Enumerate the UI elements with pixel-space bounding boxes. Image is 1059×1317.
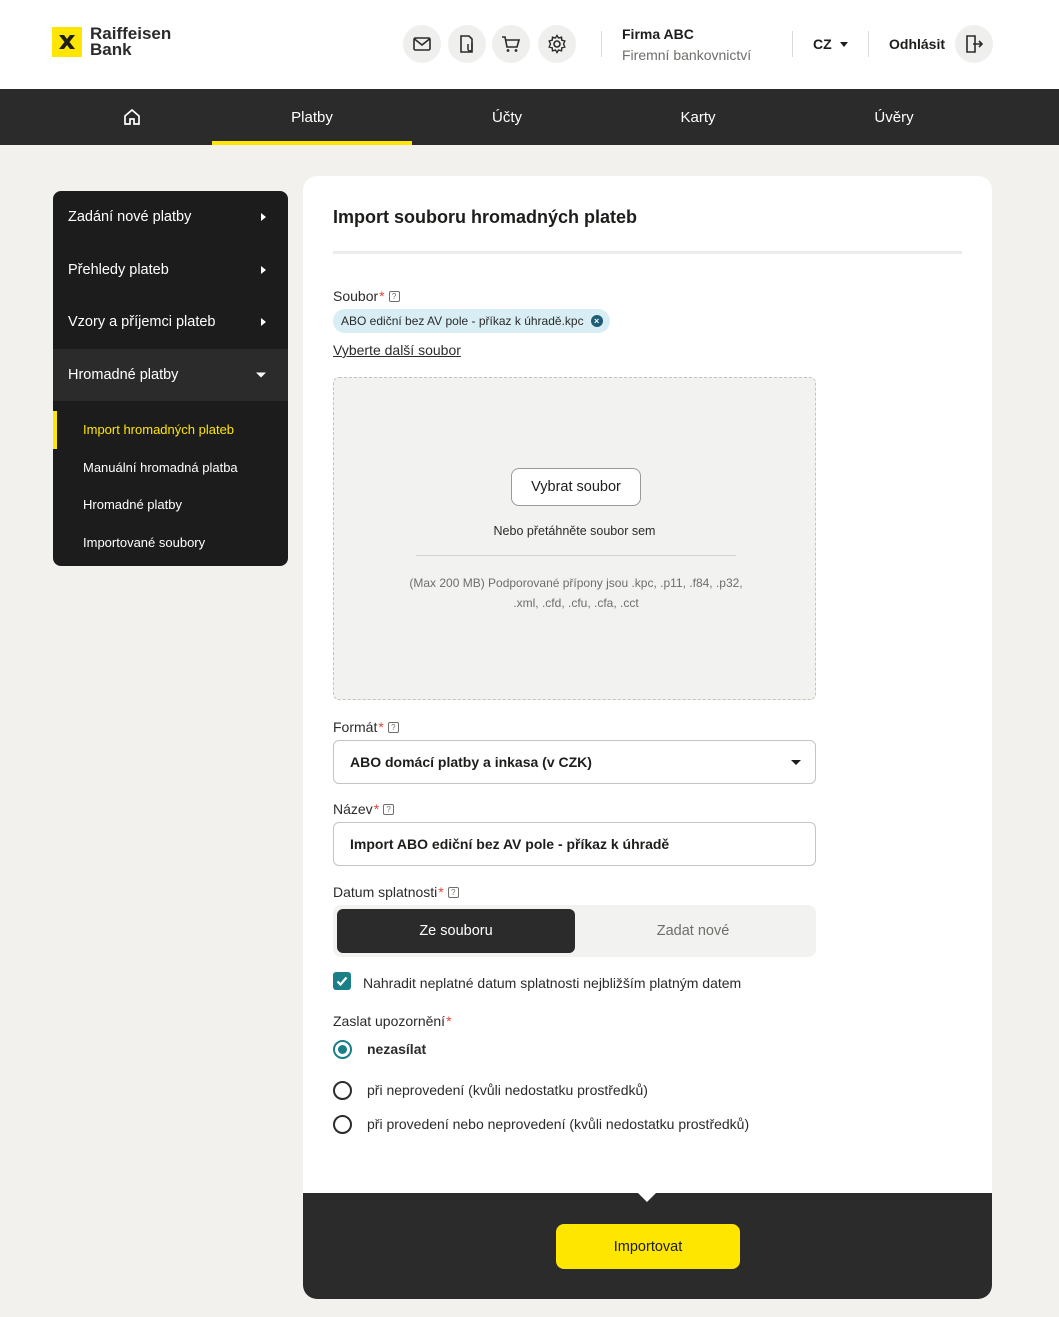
cart-icon[interactable]: [492, 25, 530, 63]
header-divider: [868, 31, 869, 57]
logo-text: Raiffeisen Bank: [90, 25, 171, 59]
due-date-label: Datum splatnosti *?: [333, 884, 459, 900]
import-form-card: Import souboru hromadných plateb Soubor *…: [303, 176, 992, 1299]
file-label: Soubor *?: [333, 288, 400, 304]
select-another-file-link[interactable]: Vyberte další soubor: [333, 342, 461, 358]
submenu-spacer: [53, 401, 288, 411]
sidebar-menu: Zadání nové platby Přehledy plateb Vzory…: [53, 191, 288, 566]
language-select[interactable]: CZ: [813, 36, 848, 52]
due-date-from-file-button[interactable]: Ze souboru: [337, 909, 575, 953]
required-mark: *: [379, 288, 385, 304]
logo-mark-icon: [52, 27, 82, 57]
import-button[interactable]: Importovat: [556, 1224, 740, 1269]
page-title: Import souboru hromadných plateb: [333, 207, 638, 227]
sidebar-item-label: Hromadné platby: [68, 366, 179, 383]
nav-platby[interactable]: Platby: [212, 89, 412, 145]
settings-icon[interactable]: [538, 25, 576, 63]
choose-file-button[interactable]: Vybrat soubor: [511, 468, 641, 506]
chevron-right-icon: [261, 318, 266, 327]
selected-file-chip: ABO ediční bez AV pole - příkaz k úhradě…: [333, 309, 610, 333]
footer-notch: [637, 1192, 657, 1202]
nav-karty[interactable]: Karty: [602, 89, 794, 145]
notify-failure-radio[interactable]: [333, 1081, 352, 1100]
top-header: Raiffeisen Bank Firma ABC Firemní bankov…: [0, 0, 1059, 89]
checkmark-icon: [336, 976, 348, 987]
header-divider: [601, 31, 602, 57]
sidebar-item-label: Zadání nové platby: [68, 209, 192, 226]
chevron-right-icon: [261, 265, 266, 274]
supported-formats-note: (Max 200 MB) Podporované přípony jsou .k…: [409, 576, 743, 610]
sidebar-item-bulk-payments[interactable]: Hromadné platby: [53, 348, 288, 401]
replace-invalid-date-checkbox[interactable]: [333, 972, 351, 990]
sidebar-sub-import[interactable]: Import hromadných plateb: [53, 411, 288, 449]
nav-home[interactable]: [52, 89, 212, 145]
chevron-down-icon: [791, 760, 801, 765]
company-name[interactable]: Firma ABC: [622, 26, 694, 42]
sidebar-item-new-payment[interactable]: Zadání nové platby: [53, 191, 288, 244]
due-date-label-text: Datum splatnosti: [333, 884, 438, 900]
help-icon[interactable]: ?: [388, 290, 400, 302]
dropzone-divider: [416, 555, 736, 556]
nav-uvery[interactable]: Úvěry: [794, 89, 994, 145]
language-value: CZ: [813, 36, 832, 52]
required-mark: *: [373, 801, 380, 817]
format-label-text: Formát: [333, 719, 378, 735]
nav-ucty[interactable]: Účty: [412, 89, 602, 145]
name-input[interactable]: [333, 822, 816, 866]
notify-always-radio[interactable]: [333, 1115, 352, 1134]
required-mark: *: [438, 884, 444, 900]
format-select[interactable]: ABO domácí platby a inkasa (v CZK): [333, 740, 816, 784]
logo-line-2: Bank: [90, 40, 132, 59]
sidebar-item-label: Vzory a příjemci plateb: [68, 314, 216, 331]
logout-icon[interactable]: [955, 25, 993, 63]
title-divider: [333, 251, 962, 254]
notify-always-label[interactable]: při provedení nebo neprovedení (kvůli ne…: [367, 1116, 749, 1132]
form-footer: Importovat: [303, 1192, 992, 1299]
selected-file-name: ABO ediční bez AV pole - příkaz k úhradě…: [341, 314, 584, 328]
notify-label: Zaslat upozornění *: [333, 1013, 452, 1029]
help-icon[interactable]: ?: [387, 721, 399, 733]
due-date-toggle: Ze souboru Zadat nové: [333, 905, 816, 957]
drop-hint: Nebo přetáhněte soubor sem: [493, 524, 656, 538]
sidebar-sub-imported-files[interactable]: Importované soubory: [53, 524, 288, 562]
file-label-text: Soubor: [333, 288, 379, 304]
required-mark: *: [446, 1013, 452, 1029]
chevron-down-icon: [839, 41, 848, 47]
sidebar-item-payment-overview[interactable]: Přehledy plateb: [53, 244, 288, 297]
format-select-value: ABO domácí platby a inkasa (v CZK): [350, 754, 592, 770]
notify-label-text: Zaslat upozornění: [333, 1013, 446, 1029]
logout-link[interactable]: Odhlásit: [889, 36, 945, 52]
replace-invalid-date-label[interactable]: Nahradit neplatné datum splatnosti nejbl…: [363, 975, 741, 991]
raiffeisen-logo[interactable]: Raiffeisen Bank: [52, 25, 171, 59]
close-icon[interactable]: ×: [590, 315, 603, 327]
help-icon[interactable]: ?: [383, 803, 395, 815]
notify-failure-label[interactable]: při neprovedení (kvůli nedostatku prostř…: [367, 1082, 648, 1098]
due-date-new-button[interactable]: Zadat nové: [574, 909, 812, 953]
name-label-text: Název: [333, 801, 373, 817]
required-mark: *: [378, 719, 384, 735]
file-dropzone[interactable]: Vybrat soubor Nebo přetáhněte soubor sem…: [333, 377, 816, 700]
help-icon[interactable]: ?: [447, 886, 459, 898]
company-subtitle: Firemní bankovnictví: [622, 47, 752, 63]
home-icon: [124, 108, 140, 125]
header-divider: [792, 31, 793, 57]
sidebar-item-templates[interactable]: Vzory a příjemci plateb: [53, 296, 288, 349]
document-clip-icon[interactable]: [448, 25, 486, 63]
sidebar-sub-manual[interactable]: Manuální hromadná platba: [53, 449, 288, 487]
notify-none-radio[interactable]: [333, 1040, 352, 1059]
notify-none-label[interactable]: nezasílat: [367, 1041, 426, 1057]
main-nav: Platby Účty Karty Úvěry: [0, 89, 1059, 145]
name-label: Název *?: [333, 801, 395, 817]
chevron-right-icon: [261, 213, 266, 222]
format-label: Formát *?: [333, 719, 399, 735]
sidebar-item-label: Přehledy plateb: [68, 261, 169, 278]
mail-icon[interactable]: [403, 25, 441, 63]
sidebar-sub-bulk[interactable]: Hromadné platby: [53, 486, 288, 524]
chevron-down-icon: [256, 372, 266, 378]
